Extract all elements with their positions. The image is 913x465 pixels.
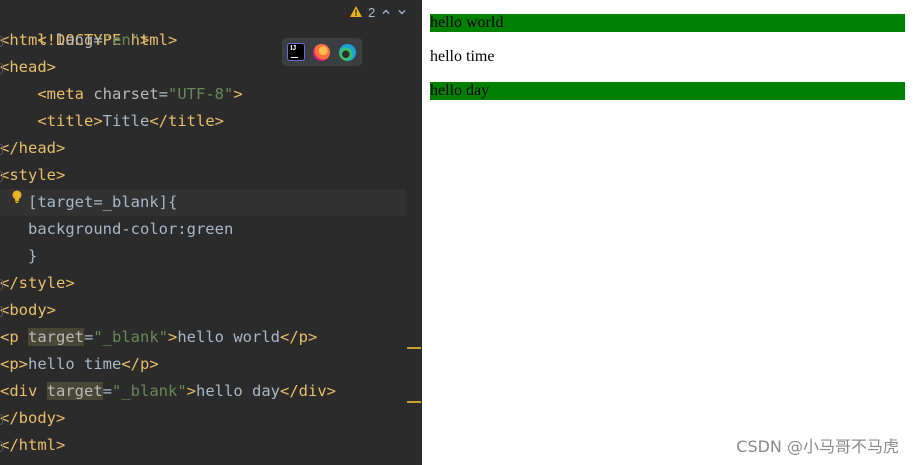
tag-end: </p>	[121, 355, 159, 373]
tag-close: >	[186, 382, 197, 400]
code-line-6[interactable]: </head>	[0, 135, 65, 162]
code-line-3[interactable]: <head>	[0, 54, 56, 81]
code-editor[interactable]: <!DOCTYPE html> <html lang="en"> <head> …	[0, 0, 422, 465]
code-line-12[interactable]: <body>	[0, 297, 56, 324]
tag-close: </html>	[0, 436, 66, 454]
error-stripe[interactable]	[406, 0, 422, 465]
attr-name: charset	[93, 85, 159, 103]
tag-open: <title>	[37, 112, 103, 130]
tag-close: >	[168, 328, 178, 346]
code-line-4[interactable]: <meta charset="UTF-8">	[0, 81, 243, 108]
tag-end: </p>	[280, 328, 318, 346]
code-line-13[interactable]: <p target="_blank">hello world</p>	[0, 324, 317, 351]
code-line-15[interactable]: <div target="_blank">hello day</div>	[0, 378, 336, 405]
firefox-icon[interactable]	[312, 43, 330, 61]
code-line-16[interactable]: </body>	[0, 405, 65, 432]
tag-open: <body>	[0, 301, 56, 319]
tag-close: >	[233, 85, 243, 103]
code-line-14[interactable]: <p>hello time</p>	[0, 351, 159, 378]
warning-icon	[350, 5, 362, 17]
fold-marker[interactable]	[0, 279, 3, 290]
fold-marker[interactable]	[0, 441, 3, 452]
attr-value: "UTF-8"	[168, 85, 234, 103]
lightbulb-icon[interactable]	[12, 190, 22, 204]
chevron-up-icon[interactable]	[381, 7, 391, 17]
tag-open: <p	[0, 328, 28, 346]
tag-open: <div	[0, 382, 47, 400]
equals: =	[102, 382, 113, 400]
css-declaration: background-color:green	[28, 220, 234, 238]
tag-text: hello time	[28, 355, 122, 373]
open-in-browser-popup: IJ	[282, 38, 362, 66]
tag-open: <style>	[0, 166, 66, 184]
browser-preview: hello world hello time hello day CSDN @小…	[422, 0, 913, 465]
css-brace: }	[28, 247, 38, 265]
edge-icon[interactable]	[338, 43, 356, 61]
watermark: CSDN @小马哥不马虎	[736, 437, 899, 456]
code-line-11[interactable]: </style>	[0, 270, 75, 297]
warning-stripe-mark[interactable]	[407, 347, 421, 349]
tag-open: <html	[0, 31, 56, 49]
code-line-17[interactable]: </html>	[0, 432, 65, 459]
tag-text: Title	[102, 112, 150, 130]
equals: =	[84, 328, 94, 346]
warning-stripe-mark[interactable]	[407, 401, 421, 403]
inspections-widget[interactable]: 2	[350, 3, 407, 21]
tag-close: </head>	[0, 139, 66, 157]
code-line-5[interactable]: <title>Title</title>	[0, 108, 224, 135]
tag-text: hello day	[196, 382, 281, 400]
code-line-8[interactable]: [target=_blank]{	[0, 189, 406, 216]
fold-marker[interactable]	[0, 36, 3, 47]
equals: =	[93, 31, 103, 49]
code-line-7[interactable]: <style>	[0, 162, 65, 189]
tag-text: hello world	[177, 328, 280, 346]
tag-close: </style>	[0, 274, 75, 292]
fold-marker[interactable]	[0, 306, 3, 317]
tag-close: >	[140, 31, 150, 49]
css-selector: [target=_blank]{	[28, 193, 178, 211]
preview-div-hello-day: hello day	[430, 82, 905, 100]
tag-open: <p>	[0, 355, 28, 373]
attr-name-highlighted: target	[46, 382, 103, 400]
attr-value: "en"	[102, 31, 140, 49]
code-line-1[interactable]: <!DOCTYPE html>	[0, 0, 177, 49]
fold-marker[interactable]	[0, 144, 3, 155]
code-line-10[interactable]: }	[0, 243, 37, 270]
intellij-icon[interactable]: IJ	[288, 44, 305, 60]
attr-value: "_blank"	[112, 382, 187, 400]
fold-marker[interactable]	[0, 414, 3, 425]
equals: =	[158, 85, 168, 103]
attr-name-highlighted: target	[28, 328, 84, 346]
tag-close: </title>	[149, 112, 224, 130]
fold-marker[interactable]	[0, 63, 3, 74]
attr-name: lang	[56, 31, 94, 49]
attr-value: "_blank"	[93, 328, 168, 346]
preview-paragraph-hello-world: hello world	[430, 14, 905, 32]
tag-end: </div>	[280, 382, 337, 400]
code-line-2[interactable]: <html lang="en">	[0, 27, 149, 54]
tag-open: <head>	[0, 58, 56, 76]
fold-marker[interactable]	[0, 171, 3, 182]
preview-paragraph-hello-time: hello time	[430, 48, 495, 65]
tag-close: </body>	[0, 409, 66, 427]
tag-open: <meta	[37, 85, 94, 103]
code-line-9[interactable]: background-color:green	[0, 216, 233, 243]
warning-count: 2	[368, 4, 376, 20]
